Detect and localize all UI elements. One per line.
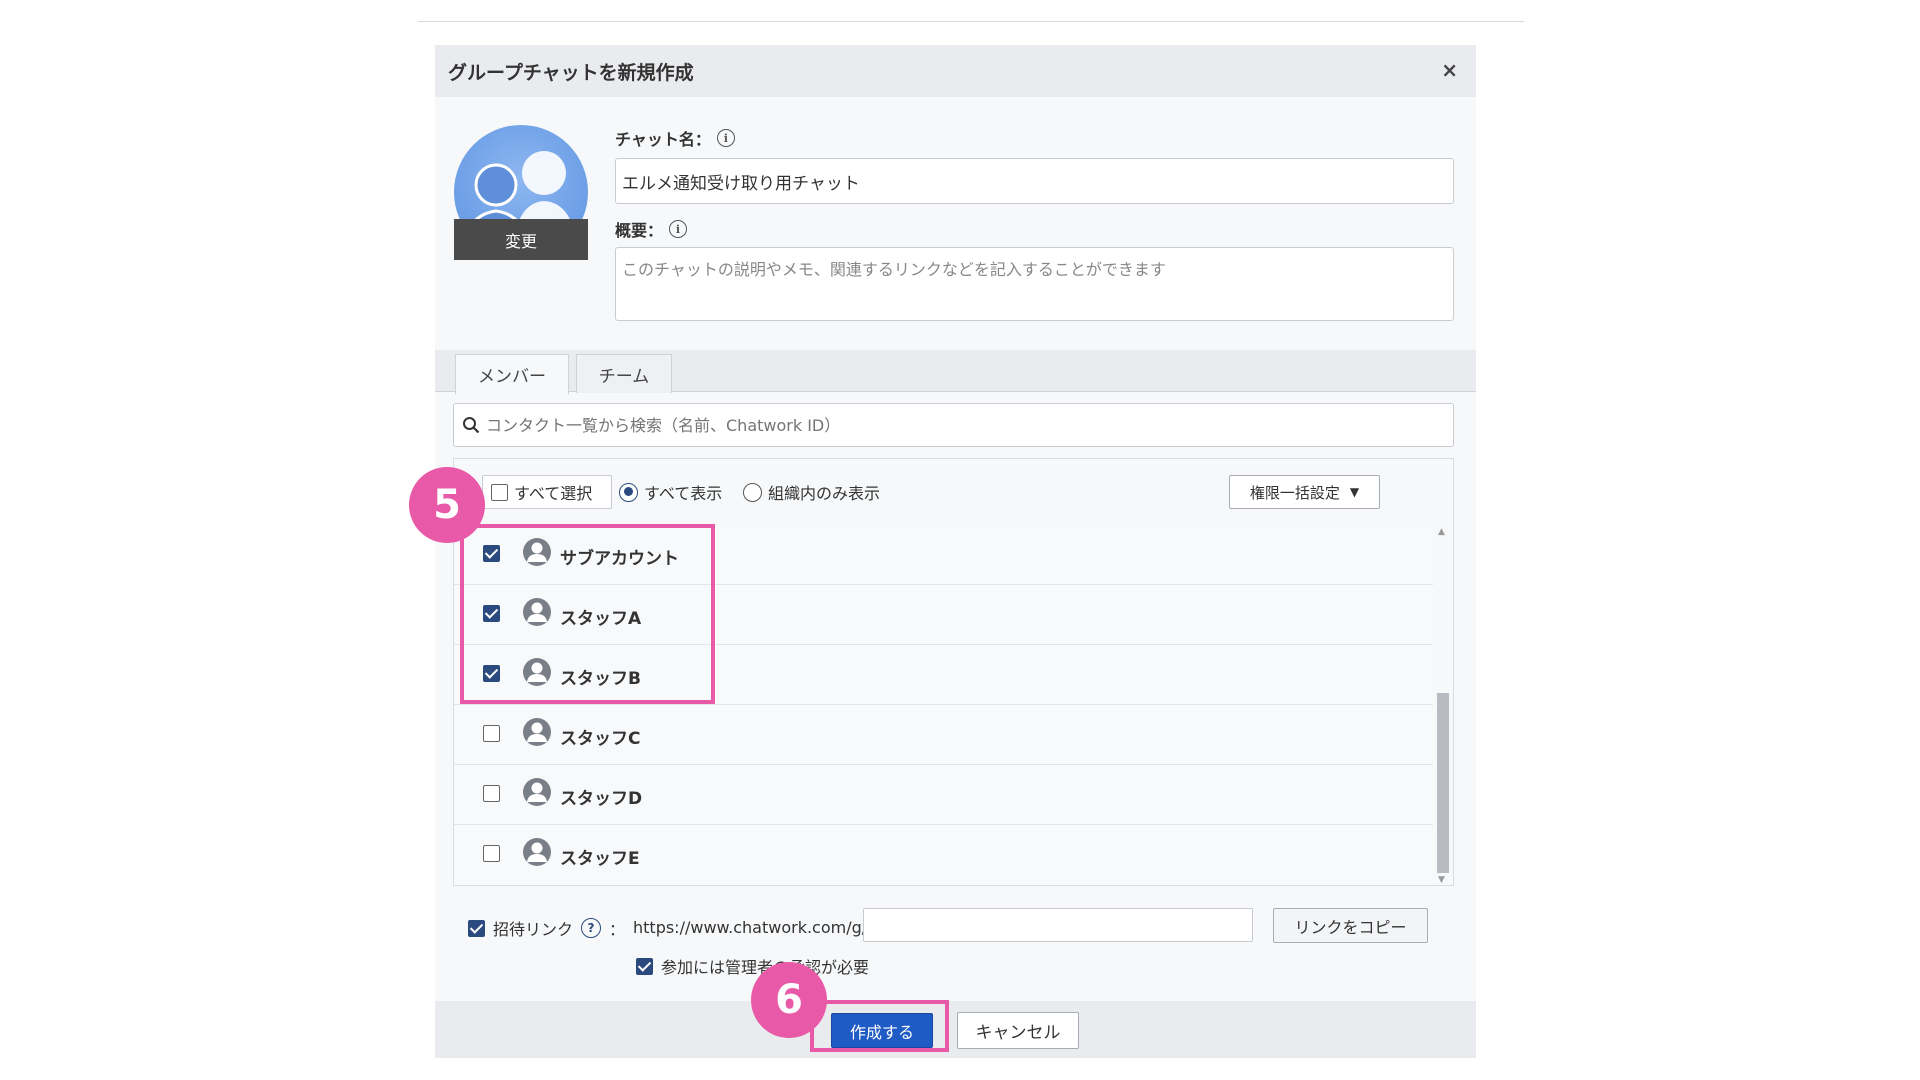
scrollbar-thumb[interactable] — [1437, 693, 1449, 873]
member-list-panel: すべて選択 すべて表示 組織内のみ表示 権限一括設定 ▼ サブアカウント スタッ… — [453, 458, 1454, 886]
step-6-badge: 6 — [751, 962, 827, 1038]
invite-link-label: 招待リンク — [493, 920, 574, 939]
member-row[interactable]: サブアカウント — [454, 525, 1433, 585]
description-textarea[interactable]: このチャットの説明やメモ、関連するリンクなどを記入することができます — [615, 247, 1454, 321]
show-org-only-radio-button[interactable] — [743, 482, 762, 502]
show-all-radio-button[interactable] — [619, 482, 638, 502]
chevron-down-icon: ▼ — [1349, 485, 1360, 499]
member-row[interactable]: スタッフD — [454, 765, 1433, 825]
info-icon[interactable]: i — [669, 220, 688, 238]
top-divider — [418, 21, 1524, 22]
member-checkbox[interactable] — [483, 845, 500, 862]
member-name: スタッフE — [560, 849, 640, 869]
user-avatar-icon — [523, 658, 551, 686]
select-all-box[interactable] — [491, 483, 508, 501]
chat-name-input[interactable]: エルメ通知受け取り用チャット — [615, 158, 1454, 204]
search-input[interactable] — [486, 415, 1436, 435]
member-name: スタッフB — [560, 669, 641, 689]
invite-url-input[interactable] — [863, 908, 1253, 942]
member-checkbox[interactable] — [483, 605, 500, 622]
tab-teams[interactable]: チーム — [576, 354, 672, 393]
search-icon — [463, 417, 480, 434]
member-list-scrollbar[interactable]: ▲ ▼ — [1433, 525, 1453, 885]
member-checkbox[interactable] — [483, 725, 500, 742]
show-org-only-radio[interactable]: 組織内のみ表示 — [743, 475, 880, 509]
member-name: スタッフA — [560, 609, 642, 629]
user-avatar-icon — [523, 838, 551, 866]
change-avatar-button[interactable]: 変更 — [454, 219, 588, 260]
approval-required-row: 参加には管理者の承認が必要 — [636, 954, 869, 978]
info-icon[interactable]: i — [716, 129, 735, 147]
contact-search[interactable] — [453, 403, 1454, 447]
invite-url-prefix: https://www.chatwork.com/g/ — [633, 918, 868, 937]
user-avatar-icon — [523, 538, 551, 566]
tabs-bar: メンバー チーム — [435, 350, 1476, 394]
scroll-up-arrow-icon[interactable]: ▲ — [1438, 527, 1445, 537]
tab-members[interactable]: メンバー — [455, 354, 569, 394]
step-5-badge: 5 — [409, 467, 485, 543]
user-avatar-icon — [523, 718, 551, 746]
scroll-down-arrow-icon[interactable]: ▼ — [1438, 875, 1445, 885]
create-button[interactable]: 作成する — [831, 1013, 933, 1048]
help-icon[interactable]: ? — [581, 918, 602, 938]
bulk-permission-dropdown[interactable]: 権限一括設定 ▼ — [1229, 475, 1380, 509]
invite-link-row: 招待リンク ? ： — [468, 911, 625, 945]
chat-name-label: チャット名： i — [615, 126, 735, 150]
cancel-button[interactable]: キャンセル — [957, 1012, 1079, 1049]
dialog-title: グループチャットを新規作成 — [448, 61, 694, 84]
close-icon[interactable]: × — [1441, 58, 1458, 82]
description-label-text: 概要： — [615, 221, 664, 240]
user-avatar-icon — [523, 778, 551, 806]
invite-link-checkbox[interactable] — [468, 919, 485, 937]
member-checkbox[interactable] — [483, 785, 500, 802]
select-all-label: すべて選択 — [514, 484, 593, 503]
member-row[interactable]: スタッフE — [454, 825, 1433, 885]
description-label: 概要： i — [615, 217, 688, 241]
member-name: サブアカウント — [560, 549, 679, 569]
member-checkbox[interactable] — [483, 545, 500, 562]
show-all-label: すべて表示 — [644, 484, 723, 503]
member-row[interactable]: スタッフA — [454, 585, 1433, 645]
filter-row: すべて選択 すべて表示 組織内のみ表示 権限一括設定 ▼ — [454, 459, 1453, 525]
invite-colon: ： — [609, 920, 626, 939]
member-row[interactable]: スタッフB — [454, 645, 1433, 705]
dialog-header: グループチャットを新規作成 × — [435, 45, 1476, 97]
bulk-permission-label: 権限一括設定 — [1249, 483, 1340, 502]
create-group-chat-dialog: グループチャットを新規作成 × 変更 チャット名： i エルメ通知受け取り用チャ… — [435, 45, 1476, 1058]
member-name: スタッフC — [560, 729, 641, 749]
select-all-checkbox[interactable]: すべて選択 — [482, 475, 612, 509]
show-org-only-label: 組織内のみ表示 — [768, 484, 881, 503]
user-avatar-icon — [523, 598, 551, 626]
member-row[interactable]: スタッフC — [454, 705, 1433, 765]
member-name: スタッフD — [560, 789, 643, 809]
copy-link-button[interactable]: リンクをコピー — [1273, 908, 1428, 943]
show-all-radio[interactable]: すべて表示 — [619, 475, 722, 509]
approval-required-checkbox[interactable] — [636, 957, 653, 975]
dialog-footer — [435, 1001, 1476, 1058]
chat-name-label-text: チャット名： — [615, 130, 711, 149]
member-checkbox[interactable] — [483, 665, 500, 682]
